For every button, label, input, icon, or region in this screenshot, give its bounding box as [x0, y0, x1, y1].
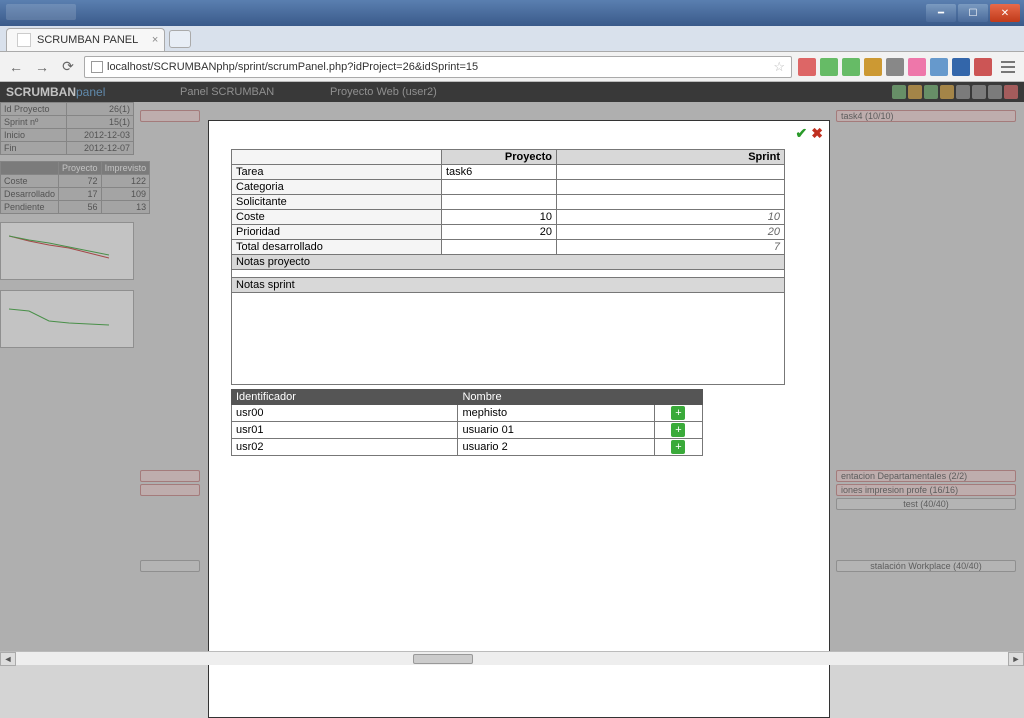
label-notas-proyecto: Notas proyecto [232, 255, 785, 270]
tab-close-icon[interactable]: × [152, 34, 158, 46]
extension-icons [798, 58, 992, 76]
scroll-right-arrow[interactable]: ► [1008, 652, 1024, 666]
window-minimize-button[interactable]: ━ [926, 4, 956, 22]
row-notas-proyecto-header: Notas proyecto [232, 255, 785, 270]
task-details-table: Proyecto Sprint Tarea task6 Categoria So… [231, 149, 785, 385]
window-titlebar: ━ ☐ ✕ [0, 0, 1024, 26]
row-notas-sprint-body [232, 293, 785, 385]
browser-tab-strip: SCRUMBAN PANEL × [0, 26, 1024, 52]
label-notas-sprint: Notas sprint [232, 278, 785, 293]
scroll-track[interactable] [16, 652, 1008, 666]
user-col-name: Nombre [458, 390, 654, 405]
label-solicitante: Solicitante [232, 195, 442, 210]
textarea-notas-proyecto[interactable] [232, 270, 785, 278]
url-text: localhost/SCRUMBANphp/sprint/scrumPanel.… [107, 61, 478, 73]
extension-icon[interactable] [798, 58, 816, 76]
value-solicitante-proyecto[interactable] [442, 195, 557, 210]
textarea-notas-sprint[interactable] [232, 293, 785, 385]
row-notas-proyecto-body [232, 270, 785, 278]
horizontal-scrollbar[interactable]: ◄ ► [0, 651, 1024, 665]
value-solicitante-sprint[interactable] [557, 195, 785, 210]
row-categoria: Categoria [232, 180, 785, 195]
tab-favicon [17, 33, 31, 47]
label-tarea: Tarea [232, 165, 442, 180]
extension-icon[interactable] [864, 58, 882, 76]
back-button[interactable]: ← [6, 57, 26, 77]
value-prioridad-proyecto[interactable]: 20 [442, 225, 557, 240]
row-prioridad: Prioridad 20 20 [232, 225, 785, 240]
value-categoria-sprint[interactable] [557, 180, 785, 195]
extension-icon[interactable] [930, 58, 948, 76]
user-name: usuario 2 [458, 439, 654, 456]
row-total: Total desarrollado 7 [232, 240, 785, 255]
address-bar[interactable]: localhost/SCRUMBANphp/sprint/scrumPanel.… [84, 56, 792, 78]
forward-button[interactable]: → [32, 57, 52, 77]
page-icon [91, 61, 103, 73]
tab-label: SCRUMBAN PANEL [37, 34, 138, 46]
window-title-area [6, 4, 76, 20]
user-id: usr01 [232, 422, 458, 439]
user-col-id: Identificador [232, 390, 458, 405]
extension-icon[interactable] [974, 58, 992, 76]
value-coste-proyecto[interactable]: 10 [442, 210, 557, 225]
label-prioridad: Prioridad [232, 225, 442, 240]
col-header-proyecto: Proyecto [442, 150, 557, 165]
bookmark-star-icon[interactable]: ☆ [773, 59, 785, 75]
col-header-blank [232, 150, 442, 165]
browser-tab[interactable]: SCRUMBAN PANEL × [6, 28, 165, 51]
row-solicitante: Solicitante [232, 195, 785, 210]
user-row: usr02 usuario 2 + [232, 439, 703, 456]
label-total: Total desarrollado [232, 240, 442, 255]
row-coste: Coste 10 10 [232, 210, 785, 225]
reload-button[interactable]: ⟳ [58, 57, 78, 77]
window-close-button[interactable]: ✕ [990, 4, 1020, 22]
value-total-sprint: 7 [557, 240, 785, 255]
label-coste: Coste [232, 210, 442, 225]
chrome-menu-icon[interactable] [998, 59, 1018, 75]
label-categoria: Categoria [232, 180, 442, 195]
value-total-proyecto [442, 240, 557, 255]
extension-icon[interactable] [952, 58, 970, 76]
value-coste-sprint[interactable]: 10 [557, 210, 785, 225]
modal-confirm-icon[interactable]: ✔ [796, 125, 808, 142]
value-tarea-proyecto[interactable]: task6 [442, 165, 557, 180]
col-header-sprint: Sprint [557, 150, 785, 165]
user-name: mephisto [458, 405, 654, 422]
user-id: usr00 [232, 405, 458, 422]
user-col-action [654, 390, 702, 405]
modal-cancel-icon[interactable]: ✖ [811, 125, 823, 142]
user-row: usr00 mephisto + [232, 405, 703, 422]
extension-icon[interactable] [842, 58, 860, 76]
scroll-left-arrow[interactable]: ◄ [0, 652, 16, 666]
task-edit-modal: ✔ ✖ Proyecto Sprint Tarea task6 Categori… [208, 120, 830, 718]
value-categoria-proyecto[interactable] [442, 180, 557, 195]
add-user-icon[interactable]: + [671, 423, 685, 437]
browser-toolbar: ← → ⟳ localhost/SCRUMBANphp/sprint/scrum… [0, 52, 1024, 82]
new-tab-button[interactable] [169, 30, 191, 48]
extension-icon[interactable] [886, 58, 904, 76]
user-id: usr02 [232, 439, 458, 456]
row-tarea: Tarea task6 [232, 165, 785, 180]
value-tarea-sprint[interactable] [557, 165, 785, 180]
extension-icon[interactable] [820, 58, 838, 76]
extension-icon[interactable] [908, 58, 926, 76]
scroll-thumb[interactable] [413, 654, 473, 664]
user-name: usuario 01 [458, 422, 654, 439]
window-maximize-button[interactable]: ☐ [958, 4, 988, 22]
row-notas-sprint-header: Notas sprint [232, 278, 785, 293]
add-user-icon[interactable]: + [671, 406, 685, 420]
user-row: usr01 usuario 01 + [232, 422, 703, 439]
modal-overlay: ✔ ✖ Proyecto Sprint Tarea task6 Categori… [0, 82, 1024, 651]
value-prioridad-sprint[interactable]: 20 [557, 225, 785, 240]
add-user-icon[interactable]: + [671, 440, 685, 454]
user-assign-table: Identificador Nombre usr00 mephisto + us… [231, 389, 703, 456]
